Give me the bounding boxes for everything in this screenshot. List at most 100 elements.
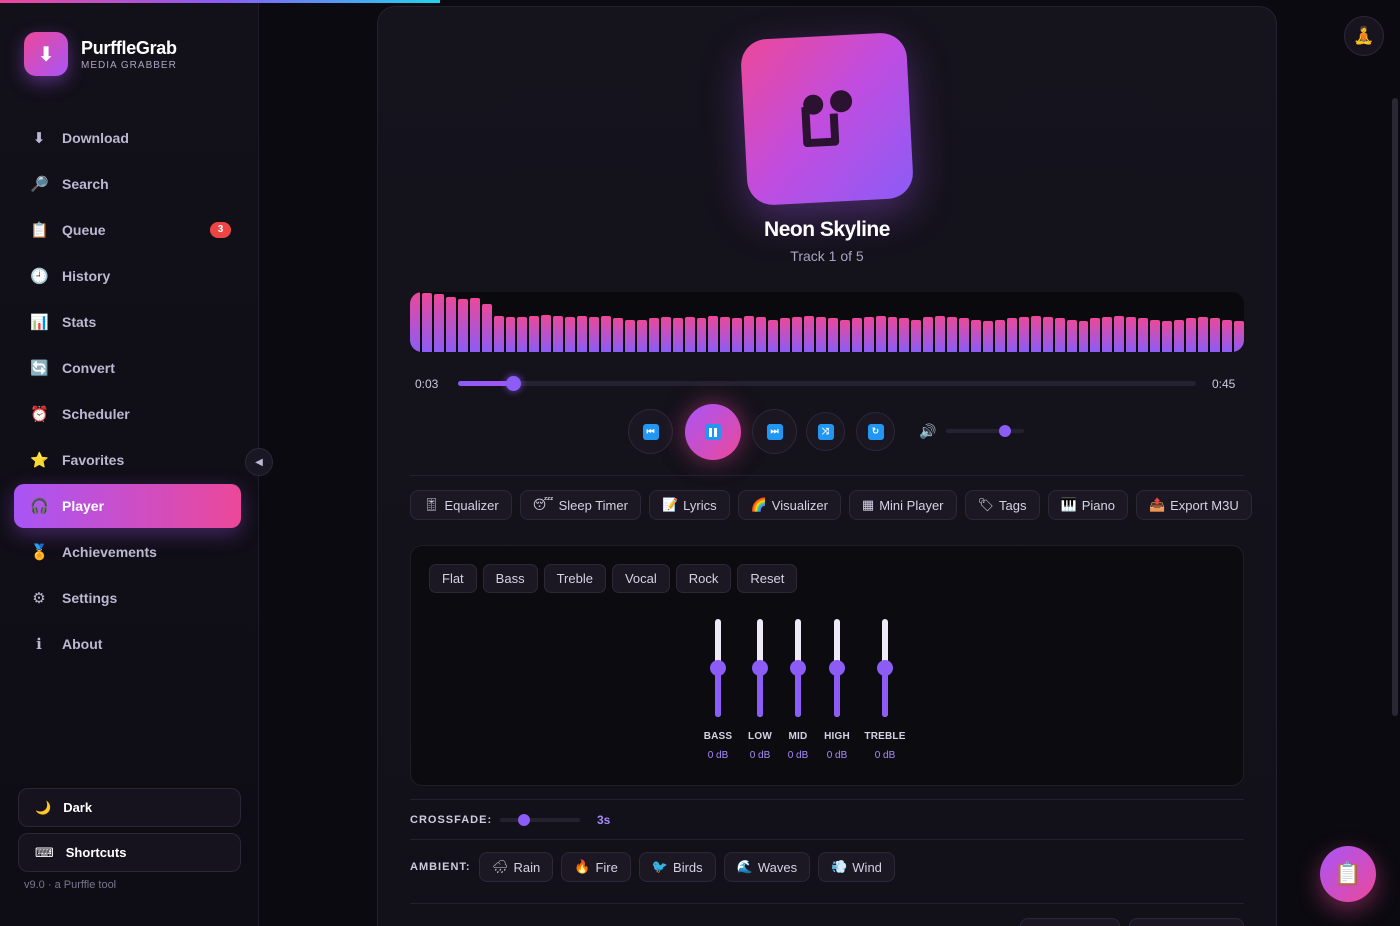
sidebar-item-history[interactable]: 🕘 History bbox=[14, 254, 241, 298]
player-action-button[interactable] bbox=[1129, 918, 1244, 926]
achievements-icon: 🏅 bbox=[30, 544, 49, 561]
waveform-bar bbox=[780, 318, 790, 352]
meditation-icon: 🧘 bbox=[1353, 26, 1375, 45]
player-action-button[interactable] bbox=[1020, 918, 1120, 926]
waveform-bar bbox=[708, 316, 719, 352]
eq-mid-slider[interactable] bbox=[790, 619, 806, 717]
preset-rock-button[interactable]: Rock bbox=[675, 564, 732, 593]
tool-label: Export M3U bbox=[1170, 497, 1239, 513]
previous-button[interactable]: ⏮ bbox=[628, 409, 673, 454]
equalizer-panel: Flat Bass Treble Vocal Rock Reset BASS 0 dB LOW… bbox=[410, 545, 1244, 786]
sidebar-item-achievements[interactable]: 🏅 Achievements bbox=[14, 530, 241, 574]
sidebar-item-about[interactable]: ℹ About bbox=[14, 622, 241, 666]
volume-slider[interactable] bbox=[946, 425, 1024, 437]
waveform-bar bbox=[815, 317, 826, 352]
shortcuts-button[interactable]: ⌨ Shortcuts bbox=[18, 833, 241, 872]
sidebar-item-label: Favorites bbox=[62, 452, 125, 468]
sidebar-item-label: Search bbox=[62, 176, 109, 192]
collapse-sidebar-button[interactable]: ◀ bbox=[245, 448, 273, 476]
theme-toggle-button[interactable]: 🌙 Dark bbox=[18, 788, 241, 827]
crossfade-thumb[interactable] bbox=[518, 814, 530, 826]
profile-avatar-button[interactable]: 🧘 bbox=[1344, 16, 1384, 56]
eq-band-label: TREBLE bbox=[864, 731, 906, 742]
seek-slider[interactable] bbox=[458, 376, 1196, 391]
eq-band-thumb[interactable] bbox=[710, 660, 726, 676]
sidebar-item-settings[interactable]: ⚙ Settings bbox=[14, 576, 241, 620]
eq-band-thumb[interactable] bbox=[790, 660, 806, 676]
waveform-bar bbox=[839, 319, 850, 352]
volume-thumb[interactable] bbox=[998, 425, 1011, 437]
rain-icon: 🌧 bbox=[492, 859, 509, 874]
preset-flat-button[interactable]: Flat bbox=[429, 564, 477, 593]
sidebar-item-player[interactable]: 🎧 Player bbox=[14, 484, 241, 528]
waveform-bar bbox=[792, 317, 802, 352]
waveform-bar bbox=[565, 317, 576, 352]
waveform-bar bbox=[863, 317, 874, 352]
shuffle-button[interactable]: ⤨ bbox=[806, 412, 845, 451]
equalizer-button[interactable]: 🎚 Equalizer bbox=[410, 490, 512, 520]
sidebar-item-search[interactable]: 🔎 Search bbox=[14, 162, 241, 206]
sidebar-item-favorites[interactable]: ⭐ Favorites bbox=[14, 438, 241, 482]
eq-low-slider[interactable] bbox=[752, 619, 768, 717]
sidebar-item-convert[interactable]: 🔄 Convert bbox=[14, 346, 241, 390]
next-button[interactable]: ⏭ bbox=[752, 409, 797, 454]
sidebar-item-queue[interactable]: 📋 Queue 3 bbox=[14, 208, 241, 252]
sleep-timer-icon: 😴 bbox=[532, 497, 554, 512]
sidebar-item-scheduler[interactable]: ⏰ Scheduler bbox=[14, 392, 241, 436]
waveform-bar bbox=[935, 316, 946, 352]
ambient-rain-button[interactable]: 🌧 Rain bbox=[479, 852, 554, 882]
equalizer-icon: 🎚 bbox=[423, 497, 440, 512]
waveform-bar bbox=[1078, 320, 1089, 352]
waveform-bar bbox=[1066, 319, 1077, 352]
waveform-bar bbox=[1221, 319, 1232, 352]
eq-band-thumb[interactable] bbox=[752, 660, 768, 676]
pause-button[interactable] bbox=[685, 404, 741, 460]
ambient-birds-button[interactable]: 🐦 Birds bbox=[638, 852, 716, 882]
waveform-bar bbox=[768, 319, 779, 352]
convert-icon: 🔄 bbox=[30, 360, 49, 377]
ambient-fire-button[interactable]: 🔥 Fire bbox=[561, 852, 631, 882]
eq-band-thumb[interactable] bbox=[877, 660, 893, 676]
eq-band-thumb[interactable] bbox=[829, 660, 845, 676]
preset-reset-button[interactable]: Reset bbox=[737, 564, 798, 593]
waveform[interactable] bbox=[410, 292, 1244, 352]
preset-treble-button[interactable]: Treble bbox=[543, 564, 606, 593]
sidebar-item-label: History bbox=[62, 268, 111, 284]
eq-treble-slider[interactable] bbox=[877, 619, 893, 717]
waveform-bar bbox=[1174, 319, 1184, 352]
volume-icon[interactable]: 🔊 bbox=[919, 423, 936, 440]
sidebar-item-label: Scheduler bbox=[62, 406, 130, 422]
tool-label: Tags bbox=[999, 497, 1027, 513]
waveform-bar bbox=[1042, 317, 1053, 352]
sidebar-item-download[interactable]: ⬇ Download bbox=[14, 116, 241, 160]
ambient-wind-button[interactable]: 💨 Wind bbox=[818, 852, 895, 882]
previous-icon: ⏮ bbox=[642, 423, 659, 440]
eq-bass-slider[interactable] bbox=[710, 619, 726, 717]
page-scrollbar[interactable] bbox=[1392, 98, 1398, 716]
lyrics-button[interactable]: 📝 Lyrics bbox=[648, 490, 730, 520]
crossfade-label: CROSSFADE: bbox=[410, 814, 493, 826]
tags-button[interactable]: 🏷 Tags bbox=[964, 490, 1040, 520]
piano-button[interactable]: 🎹 Piano bbox=[1047, 490, 1128, 520]
sleep-timer-button[interactable]: 😴 Sleep Timer bbox=[519, 490, 641, 520]
version-text: v9.0 · a Purffle tool bbox=[24, 879, 117, 891]
visualizer-button[interactable]: 🌈 Visualizer bbox=[737, 490, 841, 520]
export-m3u-button[interactable]: 📤 Export M3U bbox=[1135, 490, 1252, 520]
waveform-bar bbox=[911, 319, 922, 352]
crossfade-slider[interactable] bbox=[500, 814, 580, 826]
waveform-bar bbox=[1162, 320, 1172, 352]
sidebar-item-stats[interactable]: 📊 Stats bbox=[14, 300, 241, 344]
preset-bass-button[interactable]: Bass bbox=[482, 564, 538, 593]
clipboard-fab-button[interactable]: 📋 bbox=[1320, 846, 1376, 902]
tool-label: Sleep Timer bbox=[558, 497, 628, 513]
ambient-waves-button[interactable]: 🌊 Waves bbox=[723, 852, 811, 882]
seek-fill bbox=[458, 381, 514, 386]
eq-high-slider[interactable] bbox=[829, 619, 845, 717]
mini-player-button[interactable]: ▦ Mini Player bbox=[848, 490, 957, 520]
divider bbox=[410, 475, 1244, 476]
preset-vocal-button[interactable]: Vocal bbox=[611, 564, 670, 593]
pause-icon bbox=[705, 424, 721, 440]
sidebar-item-label: Stats bbox=[62, 314, 97, 330]
brand[interactable]: ⬇ PurffleGrab MEDIA GRABBER bbox=[24, 32, 177, 76]
repeat-button[interactable]: ↻ bbox=[856, 412, 895, 451]
